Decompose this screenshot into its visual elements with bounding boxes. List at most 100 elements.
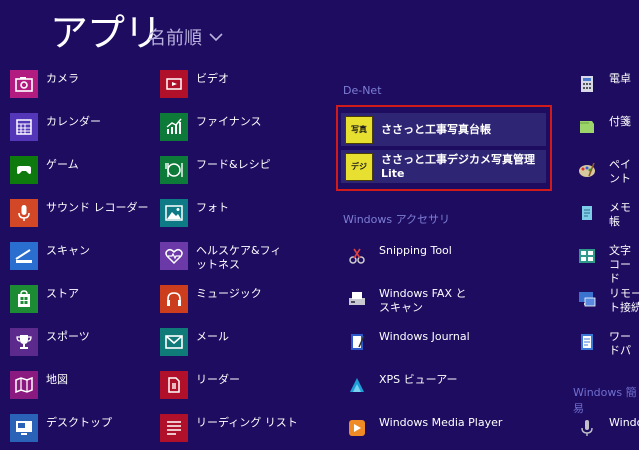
group-header-accessories: Windows アクセサリ: [343, 213, 451, 226]
app-label: ささっと工事写真台帳: [381, 122, 491, 136]
app-label: サウンド レコーダー: [46, 201, 149, 214]
app-tile-mail[interactable]: メール: [160, 328, 229, 358]
app-tile-music[interactable]: ミュージック: [160, 285, 262, 315]
app-tile-calculator[interactable]: 電卓: [573, 70, 631, 100]
app-label: ビデオ: [196, 72, 229, 85]
group-header-denet: De-Net: [343, 84, 382, 97]
app-tile-digicam-manager[interactable]: デジ ささっと工事デジカメ写真管理Lite: [341, 150, 546, 183]
trophy-icon: [10, 328, 38, 356]
app-tile-desktop[interactable]: デスクトップ: [10, 414, 112, 444]
finance-chart-icon: [160, 113, 188, 141]
app-label: 電卓: [609, 72, 631, 85]
app-label: ミュージック: [196, 287, 262, 300]
desktop-icon: [10, 414, 38, 442]
app-tile-sports[interactable]: スポーツ: [10, 328, 90, 358]
gamepad-icon: [10, 156, 38, 184]
app-tile-health[interactable]: ヘルスケア&フィットネス: [160, 242, 290, 272]
app-tile-notepad[interactable]: メモ帳: [573, 199, 639, 229]
app-label: カレンダー: [46, 115, 101, 128]
app-tile-camera[interactable]: カメラ: [10, 70, 79, 100]
calculator-icon: [573, 70, 601, 98]
photo-ledger-icon: 写真: [345, 115, 373, 144]
app-label: XPS ビューアー: [379, 373, 458, 386]
app-label: ワードパ: [609, 330, 631, 357]
app-label: 文字コード: [609, 244, 631, 285]
app-tile-journal[interactable]: Windows Journal: [343, 328, 470, 358]
wordpad-icon: [573, 328, 601, 356]
app-label: デスクトップ: [46, 416, 112, 429]
food-icon: [160, 156, 188, 184]
reading-list-icon: [160, 414, 188, 442]
app-tile-photo-ledger[interactable]: 写真 ささっと工事写真台帳: [341, 113, 546, 146]
microphone-icon: [10, 199, 38, 227]
paint-icon: [573, 156, 601, 184]
app-label: Windo: [609, 416, 639, 429]
map-icon: [10, 371, 38, 399]
media-player-icon: [343, 414, 371, 442]
app-tile-food[interactable]: フード&レシピ: [160, 156, 271, 186]
app-label: リーダー: [196, 373, 240, 386]
app-tile-charmap[interactable]: 文字コード: [573, 242, 639, 285]
app-tile-fax-scan[interactable]: Windows FAX とスキャン: [343, 285, 483, 315]
app-tile-speech-recognition[interactable]: Windo: [573, 414, 639, 444]
app-tile-calendar[interactable]: カレンダー: [10, 113, 101, 143]
app-label: 地図: [46, 373, 68, 386]
charmap-icon: [573, 242, 601, 270]
app-label: スポーツ: [46, 330, 90, 343]
sort-label: 名前順: [148, 28, 202, 49]
photo-icon: [160, 199, 188, 227]
app-tile-sticky-notes[interactable]: 付箋: [573, 113, 631, 143]
notepad-icon: [573, 199, 601, 227]
app-label: ささっと工事デジカメ写真管理Lite: [381, 152, 535, 180]
group-header-system: Windows 簡易: [573, 386, 637, 415]
app-tile-video[interactable]: ビデオ: [160, 70, 229, 100]
snipping-tool-icon: [343, 242, 371, 270]
app-tile-photos[interactable]: フォト: [160, 199, 229, 229]
app-tile-maps[interactable]: 地図: [10, 371, 68, 401]
app-tile-store[interactable]: ストア: [10, 285, 79, 315]
sort-dropdown[interactable]: 名前順: [148, 24, 224, 50]
page-title: アプリ: [50, 11, 162, 55]
app-tile-media-player[interactable]: Windows Media Player: [343, 414, 502, 444]
reader-icon: [160, 371, 188, 399]
app-label: ヘルスケア&フィットネス: [196, 244, 282, 271]
video-icon: [160, 70, 188, 98]
app-label: カメラ: [46, 72, 79, 85]
speech-microphone-icon: [573, 414, 601, 442]
calendar-icon: [10, 113, 38, 141]
app-tile-games[interactable]: ゲーム: [10, 156, 79, 186]
scanner-icon: [10, 242, 38, 270]
app-label: メモ帳: [609, 201, 631, 228]
remote-desktop-icon: [573, 285, 601, 313]
app-label: ゲーム: [46, 158, 79, 171]
app-label: Snipping Tool: [379, 244, 452, 257]
sticky-notes-icon: [573, 113, 601, 141]
store-icon: [10, 285, 38, 313]
digicam-manager-icon: デジ: [345, 152, 373, 181]
app-tile-paint[interactable]: ペイント: [573, 156, 639, 186]
app-label: Windows FAX とスキャン: [379, 287, 467, 314]
app-label: Windows Media Player: [379, 416, 503, 429]
app-label: リモート接続: [609, 287, 639, 314]
app-tile-sound-recorder[interactable]: サウンド レコーダー: [10, 199, 149, 229]
app-label: フード&レシピ: [196, 158, 271, 171]
app-tile-scan[interactable]: スキャン: [10, 242, 90, 272]
app-tile-remote-desktop[interactable]: リモート接続: [573, 285, 639, 315]
health-heart-icon: [160, 242, 188, 270]
mail-icon: [160, 328, 188, 356]
app-tile-wordpad[interactable]: ワードパ: [573, 328, 639, 358]
app-tile-snipping-tool[interactable]: Snipping Tool: [343, 242, 452, 272]
app-tile-xps-viewer[interactable]: XPS ビューアー: [343, 371, 458, 401]
app-label: フォト: [196, 201, 229, 214]
fax-scan-icon: [343, 285, 371, 313]
xps-viewer-icon: [343, 371, 371, 399]
app-label: リーディング リスト: [196, 416, 298, 429]
app-tile-reading-list[interactable]: リーディング リスト: [160, 414, 298, 444]
app-label: スキャン: [46, 244, 90, 257]
app-label: ペイント: [609, 158, 631, 185]
app-tile-reader[interactable]: リーダー: [160, 371, 240, 401]
app-label: ストア: [46, 287, 79, 300]
app-label: Windows Journal: [379, 330, 470, 343]
camera-icon: [10, 70, 38, 98]
app-tile-finance[interactable]: ファイナンス: [160, 113, 262, 143]
